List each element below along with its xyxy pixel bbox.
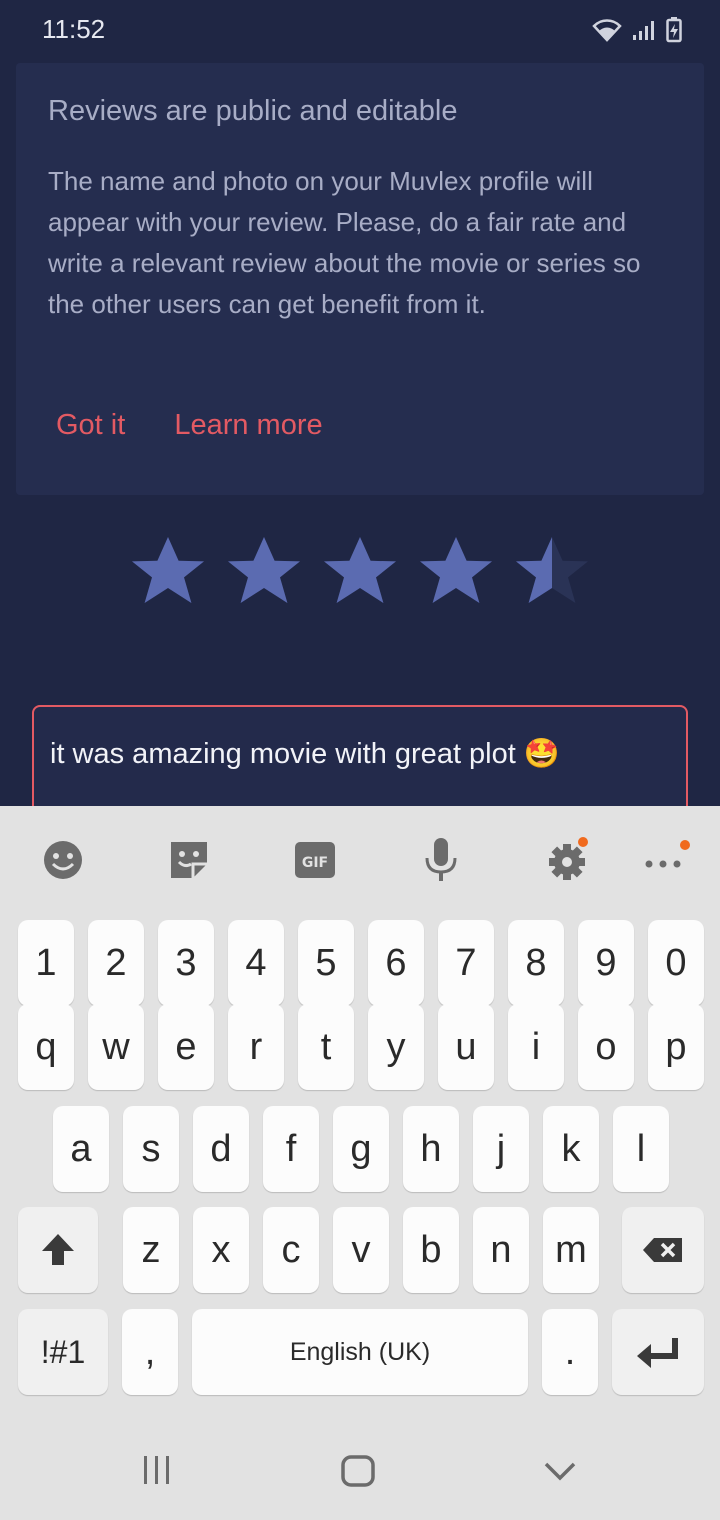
space-key[interactable]: English (UK) xyxy=(192,1309,528,1395)
comma-key[interactable]: , xyxy=(122,1309,178,1395)
key-r[interactable]: r xyxy=(228,1004,284,1090)
key-x[interactable]: x xyxy=(193,1207,249,1293)
key-w[interactable]: w xyxy=(88,1004,144,1090)
key-3[interactable]: 3 xyxy=(158,920,214,1006)
card-title: Reviews are public and editable xyxy=(48,95,458,127)
navigation-bar xyxy=(0,1430,720,1520)
key-i[interactable]: i xyxy=(508,1004,564,1090)
star-4[interactable] xyxy=(416,533,496,613)
key-l[interactable]: l xyxy=(613,1106,669,1192)
microphone-icon[interactable] xyxy=(417,836,465,884)
key-q[interactable]: q xyxy=(18,1004,74,1090)
shift-key[interactable] xyxy=(18,1207,98,1293)
star-3[interactable] xyxy=(320,533,400,613)
key-n[interactable]: n xyxy=(473,1207,529,1293)
key-z[interactable]: z xyxy=(123,1207,179,1293)
key-p[interactable]: p xyxy=(648,1004,704,1090)
on-screen-keyboard: GIF !#1 , English (UK) . 1 2 3 4 5 6 7 8… xyxy=(0,806,720,1520)
enter-key[interactable] xyxy=(612,1309,704,1395)
key-v[interactable]: v xyxy=(333,1207,389,1293)
review-text: it was amazing movie with great plot 🤩 xyxy=(50,738,560,770)
card-body: The name and photo on your Muvlex profil… xyxy=(48,166,641,319)
recent-apps-icon[interactable] xyxy=(142,1454,172,1486)
signal-icon xyxy=(633,21,654,40)
key-1[interactable]: 1 xyxy=(18,920,74,1006)
emoji-icon[interactable] xyxy=(39,836,87,884)
enter-arrow-icon xyxy=(637,1338,678,1368)
key-j[interactable]: j xyxy=(473,1106,529,1192)
gif-label: GIF xyxy=(302,855,328,871)
key-o[interactable]: o xyxy=(578,1004,634,1090)
sticker-icon[interactable] xyxy=(165,836,213,884)
key-2[interactable]: 2 xyxy=(88,920,144,1006)
key-a[interactable]: a xyxy=(53,1106,109,1192)
key-9[interactable]: 9 xyxy=(578,920,634,1006)
key-h[interactable]: h xyxy=(403,1106,459,1192)
key-t[interactable]: t xyxy=(298,1004,354,1090)
status-bar: 11:52 xyxy=(0,0,720,60)
star-5[interactable] xyxy=(512,533,592,613)
learn-more-button[interactable]: Learn more xyxy=(174,409,322,442)
home-icon[interactable] xyxy=(340,1454,376,1488)
settings-gear-icon[interactable] xyxy=(543,836,591,884)
hide-keyboard-chevron-icon[interactable] xyxy=(543,1460,577,1482)
symbols-key[interactable]: !#1 xyxy=(18,1309,108,1395)
gif-icon[interactable]: GIF xyxy=(291,836,339,884)
key-e[interactable]: e xyxy=(158,1004,214,1090)
star-rating[interactable] xyxy=(128,533,592,613)
key-y[interactable]: y xyxy=(368,1004,424,1090)
status-time: 11:52 xyxy=(42,14,106,44)
shift-arrow-icon xyxy=(42,1234,74,1265)
wifi-icon xyxy=(592,19,622,42)
backspace-key[interactable] xyxy=(622,1207,704,1293)
key-d[interactable]: d xyxy=(193,1106,249,1192)
period-key[interactable]: . xyxy=(542,1309,598,1395)
key-b[interactable]: b xyxy=(403,1207,459,1293)
backspace-icon xyxy=(643,1238,682,1262)
card-actions: Got it Learn more xyxy=(56,409,323,442)
key-k[interactable]: k xyxy=(543,1106,599,1192)
got-it-button[interactable]: Got it xyxy=(56,409,125,442)
review-info-card: Reviews are public and editable The name… xyxy=(16,63,704,495)
key-0[interactable]: 0 xyxy=(648,920,704,1006)
key-6[interactable]: 6 xyxy=(368,920,424,1006)
key-s[interactable]: s xyxy=(123,1106,179,1192)
key-5[interactable]: 5 xyxy=(298,920,354,1006)
key-u[interactable]: u xyxy=(438,1004,494,1090)
star-1[interactable] xyxy=(128,533,208,613)
key-7[interactable]: 7 xyxy=(438,920,494,1006)
key-4[interactable]: 4 xyxy=(228,920,284,1006)
key-f[interactable]: f xyxy=(263,1106,319,1192)
more-options-icon[interactable] xyxy=(641,836,697,884)
key-8[interactable]: 8 xyxy=(508,920,564,1006)
key-c[interactable]: c xyxy=(263,1207,319,1293)
star-2[interactable] xyxy=(224,533,304,613)
status-icons xyxy=(592,16,682,44)
key-g[interactable]: g xyxy=(333,1106,389,1192)
battery-charging-icon xyxy=(666,17,682,43)
key-m[interactable]: m xyxy=(543,1207,599,1293)
